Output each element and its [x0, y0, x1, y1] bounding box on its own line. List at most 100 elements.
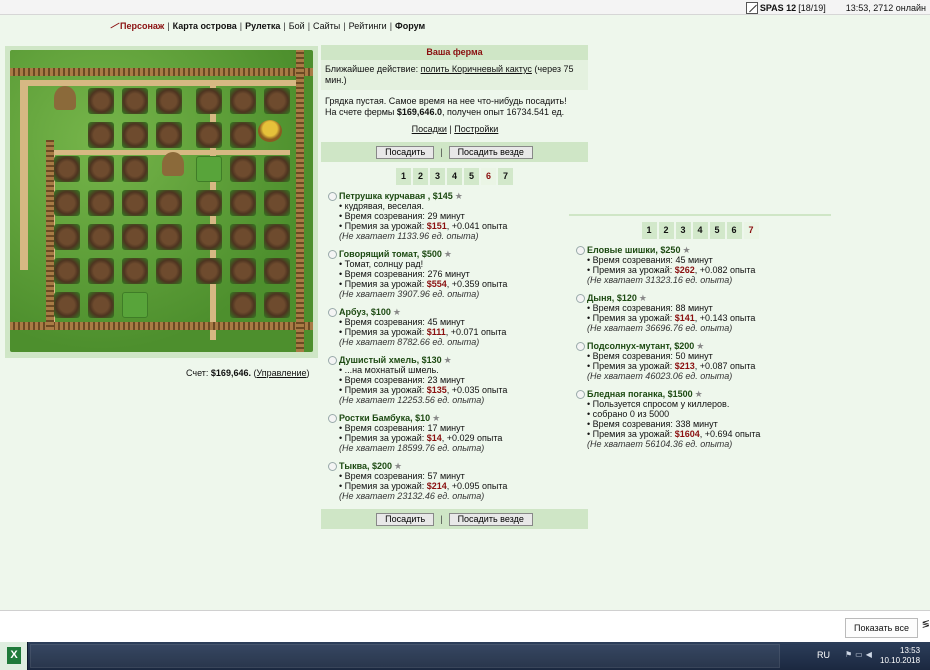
farm-plot[interactable] — [264, 258, 290, 284]
taskbar-window[interactable] — [30, 644, 780, 668]
nav-link[interactable]: Персонаж — [120, 21, 164, 31]
farm-plot[interactable] — [88, 292, 114, 318]
plant-radio[interactable] — [576, 390, 585, 399]
farm-plot[interactable] — [122, 156, 148, 182]
nav-link[interactable]: Форум — [395, 21, 425, 31]
plant-name[interactable]: Петрушка курчавая — [339, 191, 428, 201]
farm-plot[interactable] — [230, 258, 256, 284]
farm-plot[interactable] — [88, 122, 114, 148]
farm-plot[interactable] — [54, 258, 80, 284]
farm-plot[interactable] — [264, 156, 290, 182]
page-tab[interactable]: 2 — [413, 168, 428, 185]
star-icon[interactable]: ★ — [394, 461, 402, 471]
plant-radio[interactable] — [576, 246, 585, 255]
plant-name[interactable]: Тыква — [339, 461, 367, 471]
farm-plot[interactable] — [122, 224, 148, 250]
farm-plot[interactable] — [122, 122, 148, 148]
language-indicator[interactable]: RU — [817, 650, 830, 660]
plant-radio[interactable] — [328, 192, 337, 201]
farm-plot[interactable] — [264, 224, 290, 250]
manage-link[interactable]: Управление — [256, 368, 306, 378]
farm-plot[interactable] — [122, 292, 148, 318]
buildings-link[interactable]: Постройки — [454, 124, 498, 134]
tray-clock[interactable]: 13:53 10.10.2018 — [880, 646, 920, 666]
farm-plot[interactable] — [264, 292, 290, 318]
farm-plot[interactable] — [230, 88, 256, 114]
star-icon[interactable]: ★ — [696, 341, 704, 351]
farm-plot[interactable] — [88, 224, 114, 250]
plant-everywhere-button[interactable]: Посадить везде — [448, 145, 533, 159]
farm-plot[interactable] — [54, 292, 80, 318]
plant-name[interactable]: Говорящий томат — [339, 249, 417, 259]
farm-plot[interactable] — [122, 190, 148, 216]
page-tab[interactable]: 6 — [726, 222, 742, 239]
farm-plot[interactable] — [88, 190, 114, 216]
page-tab[interactable]: 6 — [481, 168, 496, 185]
plant-name[interactable]: Душистый хмель — [339, 355, 417, 365]
plant-button[interactable]: Посадить — [376, 145, 435, 159]
star-icon[interactable]: ★ — [444, 355, 452, 365]
page-tab[interactable]: 3 — [675, 222, 691, 239]
farm-plot[interactable] — [264, 88, 290, 114]
page-tab[interactable]: 3 — [430, 168, 445, 185]
farm-plot[interactable] — [196, 224, 222, 250]
farm-plot[interactable] — [54, 224, 80, 250]
farm-plot[interactable] — [196, 190, 222, 216]
plant-name[interactable]: Арбуз — [339, 307, 366, 317]
farm-plot[interactable] — [196, 88, 222, 114]
plant-name[interactable]: Ростки Бамбука — [339, 413, 410, 423]
plant-name[interactable]: Еловые шишки — [587, 245, 655, 255]
page-tab[interactable]: 4 — [447, 168, 462, 185]
page-tab[interactable]: 7 — [498, 168, 513, 185]
tray-icons[interactable]: ⚑▭◀ — [845, 650, 875, 659]
star-icon[interactable]: ★ — [393, 307, 401, 317]
nav-link[interactable]: Рейтинги — [349, 21, 387, 31]
farm-plot[interactable] — [156, 190, 182, 216]
farm-plot[interactable] — [88, 258, 114, 284]
farm-field-image[interactable] — [10, 50, 313, 352]
plant-button[interactable]: Посадить — [376, 512, 435, 526]
plant-name[interactable]: Бледная поганка — [587, 389, 663, 399]
farm-plot[interactable] — [196, 122, 222, 148]
farm-plot[interactable] — [230, 156, 256, 182]
farm-plot[interactable] — [196, 258, 222, 284]
farm-plot[interactable] — [156, 224, 182, 250]
plant-radio[interactable] — [576, 342, 585, 351]
farm-plot[interactable] — [230, 292, 256, 318]
page-tab[interactable]: 4 — [692, 222, 708, 239]
farm-plot[interactable] — [156, 258, 182, 284]
plant-radio[interactable] — [576, 294, 585, 303]
show-all-button[interactable]: Показать все — [845, 618, 918, 638]
username[interactable]: SPAS 12 — [760, 3, 796, 13]
page-tab[interactable]: 5 — [709, 222, 725, 239]
star-icon[interactable]: ★ — [639, 293, 647, 303]
nav-link[interactable]: Рулетка — [245, 21, 280, 31]
nav-link[interactable]: Сайты — [313, 21, 340, 31]
page-tab[interactable]: 2 — [658, 222, 674, 239]
bar-edge-glyph[interactable]: ≶ — [922, 619, 930, 630]
star-icon[interactable]: ★ — [455, 191, 463, 201]
weapon-icon[interactable] — [745, 1, 758, 14]
plant-radio[interactable] — [328, 250, 337, 259]
page-tab[interactable]: 5 — [464, 168, 479, 185]
farm-plot[interactable] — [230, 122, 256, 148]
farm-plot[interactable] — [156, 88, 182, 114]
farm-plot[interactable] — [196, 156, 222, 182]
star-icon[interactable]: ★ — [695, 389, 703, 399]
plant-radio[interactable] — [328, 462, 337, 471]
star-icon[interactable]: ★ — [682, 245, 690, 255]
page-tab[interactable]: 1 — [641, 222, 657, 239]
farm-plot[interactable] — [230, 224, 256, 250]
farm-plot[interactable] — [88, 156, 114, 182]
farm-plot[interactable] — [122, 258, 148, 284]
star-icon[interactable]: ★ — [444, 249, 452, 259]
farm-plot[interactable] — [156, 122, 182, 148]
farm-plot[interactable] — [122, 88, 148, 114]
plant-name[interactable]: Дыня — [587, 293, 612, 303]
plantings-link[interactable]: Посадки — [412, 124, 447, 134]
farm-plot[interactable] — [264, 190, 290, 216]
plant-everywhere-button[interactable]: Посадить везде — [448, 512, 533, 526]
nav-link[interactable]: Бой — [289, 21, 305, 31]
farm-plot[interactable] — [88, 88, 114, 114]
plant-name[interactable]: Подсолнух-мутант — [587, 341, 669, 351]
